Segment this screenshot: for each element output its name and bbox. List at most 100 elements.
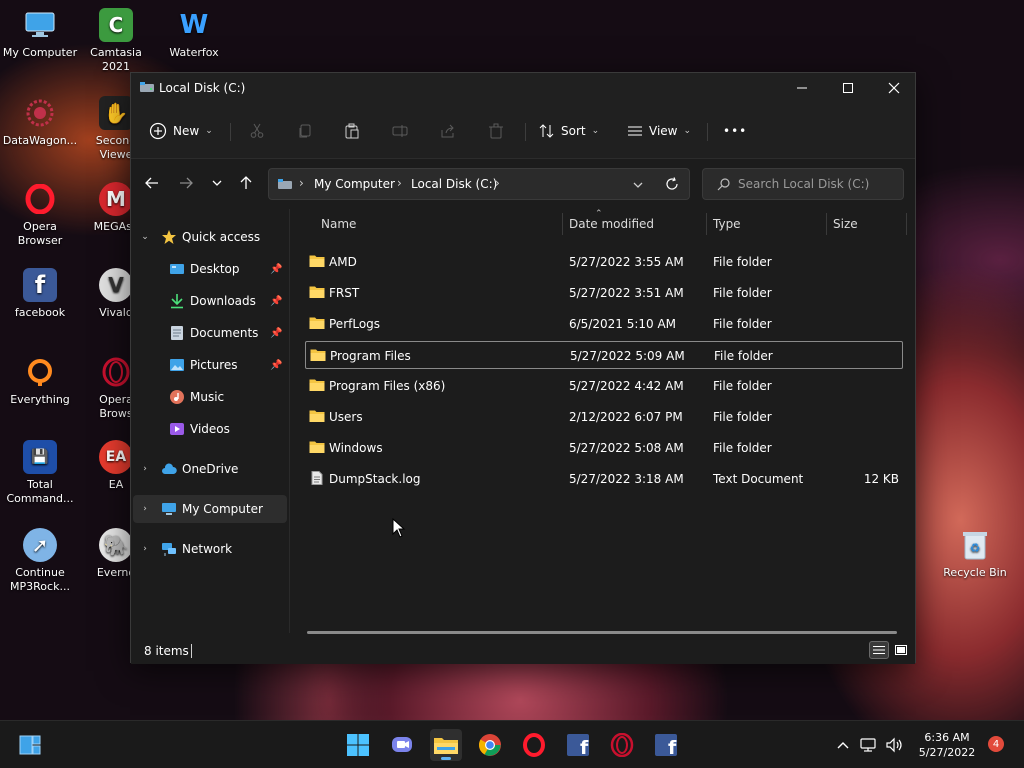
address-bar[interactable]: › My Computer › Local Disk (C:) › — [268, 168, 690, 200]
sort-button[interactable]: Sort ⌄ — [539, 117, 599, 145]
close-button[interactable] — [871, 73, 917, 103]
desktop-icon-opera[interactable]: Opera Browser — [0, 182, 80, 248]
taskbar-clock[interactable]: 6:36 AM 5/27/2022 — [912, 730, 982, 760]
chevron-right-icon[interactable]: › — [140, 504, 150, 514]
desktop-folder-icon — [170, 264, 184, 274]
back-button[interactable] — [139, 170, 165, 196]
taskbar-opera-button[interactable] — [518, 729, 550, 761]
nav-item-documents[interactable]: Documents 📌 — [131, 319, 287, 347]
file-row[interactable]: Program Files (x86) 5/27/2022 4:42 AM File… — [305, 372, 903, 400]
share-button[interactable] — [434, 117, 462, 145]
chevron-right-icon[interactable]: › — [140, 464, 150, 474]
file-row[interactable]: DumpStack.log 5/27/2022 3:18 AM Text Docum… — [305, 465, 903, 493]
network-tray-icon[interactable] — [860, 737, 878, 753]
desktop-icon-camtasia[interactable]: C Camtasia 2021 — [76, 8, 156, 74]
nav-network[interactable]: › Network — [131, 535, 287, 563]
chevron-right-icon[interactable]: › — [140, 544, 150, 554]
taskbar-chrome-button[interactable] — [474, 729, 506, 761]
file-row[interactable]: Program Files 5/27/2022 5:09 AM File folde… — [305, 341, 903, 369]
search-box[interactable] — [702, 168, 904, 200]
taskbar-facebook-app-button[interactable]: f — [650, 729, 682, 761]
desktop-icon-recycle-bin[interactable]: ♻ Recycle Bin — [935, 528, 1015, 580]
chevron-up-icon[interactable] — [836, 740, 850, 750]
new-label: New — [173, 124, 200, 138]
refresh-icon[interactable] — [665, 177, 679, 191]
file-type: File folder — [713, 441, 772, 455]
column-header-name[interactable]: Name — [321, 209, 356, 239]
desktop-icon-waterfox[interactable]: W Waterfox — [154, 8, 234, 60]
breadcrumb-local-disk[interactable]: Local Disk (C:) — [411, 177, 497, 191]
nav-quick-access[interactable]: ⌄ Quick access — [131, 223, 287, 251]
nav-label: Desktop — [190, 262, 240, 276]
drive-icon — [278, 179, 292, 189]
address-dropdown-icon[interactable] — [632, 180, 644, 190]
desktop-icon-my-computer[interactable]: My Computer — [0, 8, 80, 60]
breadcrumb-my-computer[interactable]: My Computer — [314, 177, 395, 191]
nav-onedrive[interactable]: › OneDrive — [131, 455, 287, 483]
details-view-button[interactable] — [869, 641, 889, 659]
maximize-button[interactable] — [825, 73, 871, 103]
nav-item-pictures[interactable]: Pictures 📌 — [131, 351, 287, 379]
download-icon — [171, 294, 183, 309]
column-divider[interactable] — [706, 213, 707, 235]
desktop-icon-mp3rocket[interactable]: ➚ Continue MP3Rock... — [0, 528, 80, 594]
nav-item-desktop[interactable]: Desktop 📌 — [131, 255, 287, 283]
new-button[interactable]: New ⌄ — [149, 117, 213, 145]
task-view-icon — [19, 735, 41, 755]
pane-divider[interactable] — [289, 209, 290, 633]
search-input[interactable] — [738, 177, 898, 191]
clock-date: 5/27/2022 — [918, 746, 976, 759]
tiles-view-button[interactable] — [891, 641, 911, 659]
view-button[interactable]: View ⌄ — [627, 117, 691, 145]
taskbar-facebook-button[interactable]: f — [562, 729, 594, 761]
folder-icon — [309, 317, 325, 329]
nav-item-music[interactable]: Music — [131, 383, 287, 411]
nav-item-downloads[interactable]: Downloads 📌 — [131, 287, 287, 315]
file-row[interactable]: PerfLogs 6/5/2021 5:10 AM File folder — [305, 310, 903, 338]
chevron-down-icon — [212, 180, 222, 186]
nav-my-computer[interactable]: › My Computer — [133, 495, 287, 523]
file-row[interactable]: AMD 5/27/2022 3:55 AM File folder — [305, 248, 903, 276]
up-button[interactable] — [233, 170, 259, 196]
more-options-button[interactable]: ••• — [723, 117, 747, 145]
file-row[interactable]: Users 2/12/2022 6:07 PM File folder — [305, 403, 903, 431]
file-row[interactable]: FRST 5/27/2022 3:51 AM File folder — [305, 279, 903, 307]
title-bar[interactable]: Local Disk (C:) — [131, 73, 915, 103]
rename-button[interactable] — [386, 117, 414, 145]
desktop-icon-total-commander[interactable]: 💾 Total Command... — [0, 440, 80, 506]
file-name: Program Files (x86) — [329, 379, 446, 393]
file-row[interactable]: Windows 5/27/2022 5:08 AM File folder — [305, 434, 903, 462]
column-header-date[interactable]: Date modified — [569, 209, 654, 239]
nav-label: OneDrive — [182, 462, 239, 476]
forward-button[interactable] — [173, 170, 199, 196]
desktop-icon-facebook[interactable]: f facebook — [0, 268, 80, 320]
paste-button[interactable] — [338, 117, 366, 145]
volume-icon[interactable] — [886, 737, 904, 753]
horizontal-scrollbar[interactable] — [307, 631, 897, 634]
cut-button[interactable] — [243, 117, 271, 145]
taskbar-file-explorer-button[interactable] — [430, 729, 462, 761]
nav-item-videos[interactable]: Videos — [131, 415, 287, 443]
column-label: Name — [321, 217, 357, 231]
delete-button[interactable] — [482, 117, 510, 145]
status-divider — [191, 644, 192, 658]
column-header-size[interactable]: Size — [833, 209, 858, 239]
notification-badge[interactable]: 4 — [988, 736, 1004, 752]
chevron-down-icon[interactable]: ⌄ — [140, 232, 150, 242]
copy-button[interactable] — [291, 117, 319, 145]
folder-icon — [309, 441, 325, 453]
recent-locations-button[interactable] — [204, 170, 230, 196]
column-divider[interactable] — [562, 213, 563, 235]
taskbar-opera-gx-button[interactable] — [606, 729, 638, 761]
folder-icon — [309, 410, 325, 422]
minimize-button[interactable] — [779, 73, 825, 103]
desktop-icon-everything[interactable]: Everything — [0, 355, 80, 407]
start-button[interactable] — [342, 729, 374, 761]
taskbar-chat-button[interactable] — [386, 729, 418, 761]
column-header-type[interactable]: Type — [713, 209, 741, 239]
task-view-button[interactable] — [14, 729, 46, 761]
column-divider[interactable] — [826, 213, 827, 235]
desktop-icon-datawagon[interactable]: DataWagon... — [0, 96, 80, 148]
column-divider[interactable] — [906, 213, 907, 235]
file-date: 5/27/2022 3:18 AM — [569, 472, 684, 486]
